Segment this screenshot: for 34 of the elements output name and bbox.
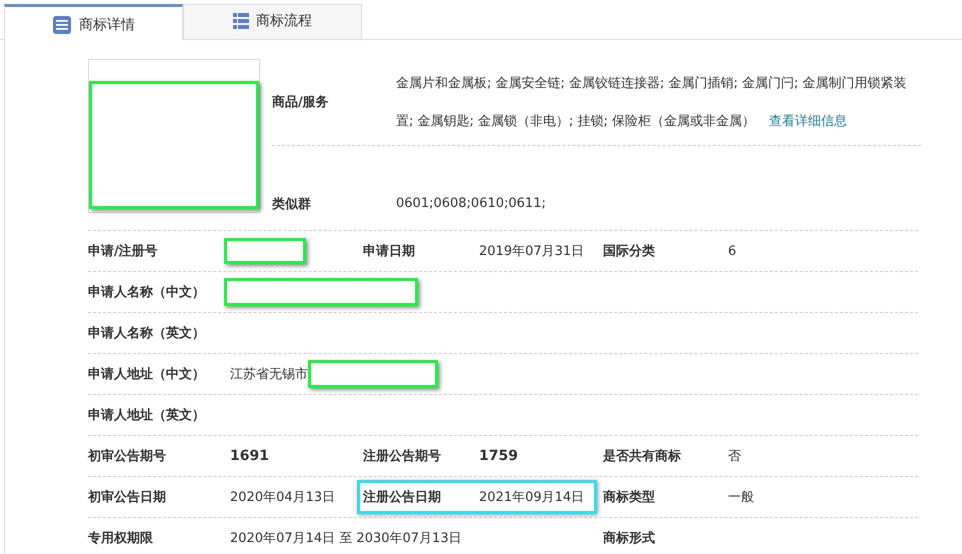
field-value: 江苏省无锡市: [230, 366, 308, 383]
field-label: 申请/注册号: [88, 242, 159, 260]
field-value: 2020年04月13日: [230, 489, 336, 506]
field-label: 初审公告日期: [88, 488, 167, 506]
field-label: 注册公告日期: [363, 488, 442, 506]
goods-list-text: 金属片和金属板; 金属安全链; 金属铰链连接器; 金属门插销; 金属门闩; 金属制门用锁紧装置; 金属钥匙; 金属锁（非电）; 挂锁; 保险柜（金属或非金属） 查看详细信息: [396, 65, 921, 141]
tab[interactable]: 商标流程: [183, 4, 362, 39]
field-label: 类似群: [272, 196, 312, 212]
field-label: 申请日期: [363, 243, 416, 260]
field-label: 申请人名称（中文）: [88, 284, 206, 301]
field-value: 2020年07月14日 至 2030年07月13日: [230, 530, 462, 547]
field-value: 0601;0608;0610;0611;: [396, 196, 546, 211]
field-label: 申请人地址（英文）: [88, 406, 206, 424]
field-value: 否: [728, 448, 741, 465]
field-value: 1691: [230, 448, 269, 464]
field-value: 2019年07月31日: [479, 243, 584, 260]
detail-link[interactable]: 查看详细信息: [769, 103, 848, 141]
field-label: 申请人名称（英文）: [88, 324, 206, 342]
field-label: 商标形式: [603, 530, 656, 547]
field-label: 申请人地址（中文）: [88, 366, 206, 383]
field-value: 2021年09月14日: [479, 489, 584, 506]
field-label: 是否共有商标: [603, 448, 682, 465]
field-label: 商标类型: [603, 488, 656, 506]
field-label: 初审公告期号: [88, 448, 167, 465]
field-value: 1759: [479, 448, 518, 464]
field-label: 商品/服务: [272, 94, 330, 111]
document-list-icon: [52, 14, 72, 34]
field-value: 6: [728, 244, 736, 258]
field-label: 专用权期限: [88, 530, 154, 547]
list-icon: [233, 13, 249, 29]
field-value: 一般: [728, 489, 754, 506]
field-label: 国际分类: [603, 243, 656, 260]
field-label: 注册公告期号: [363, 448, 442, 465]
tab[interactable]: 商标详情: [4, 4, 183, 40]
